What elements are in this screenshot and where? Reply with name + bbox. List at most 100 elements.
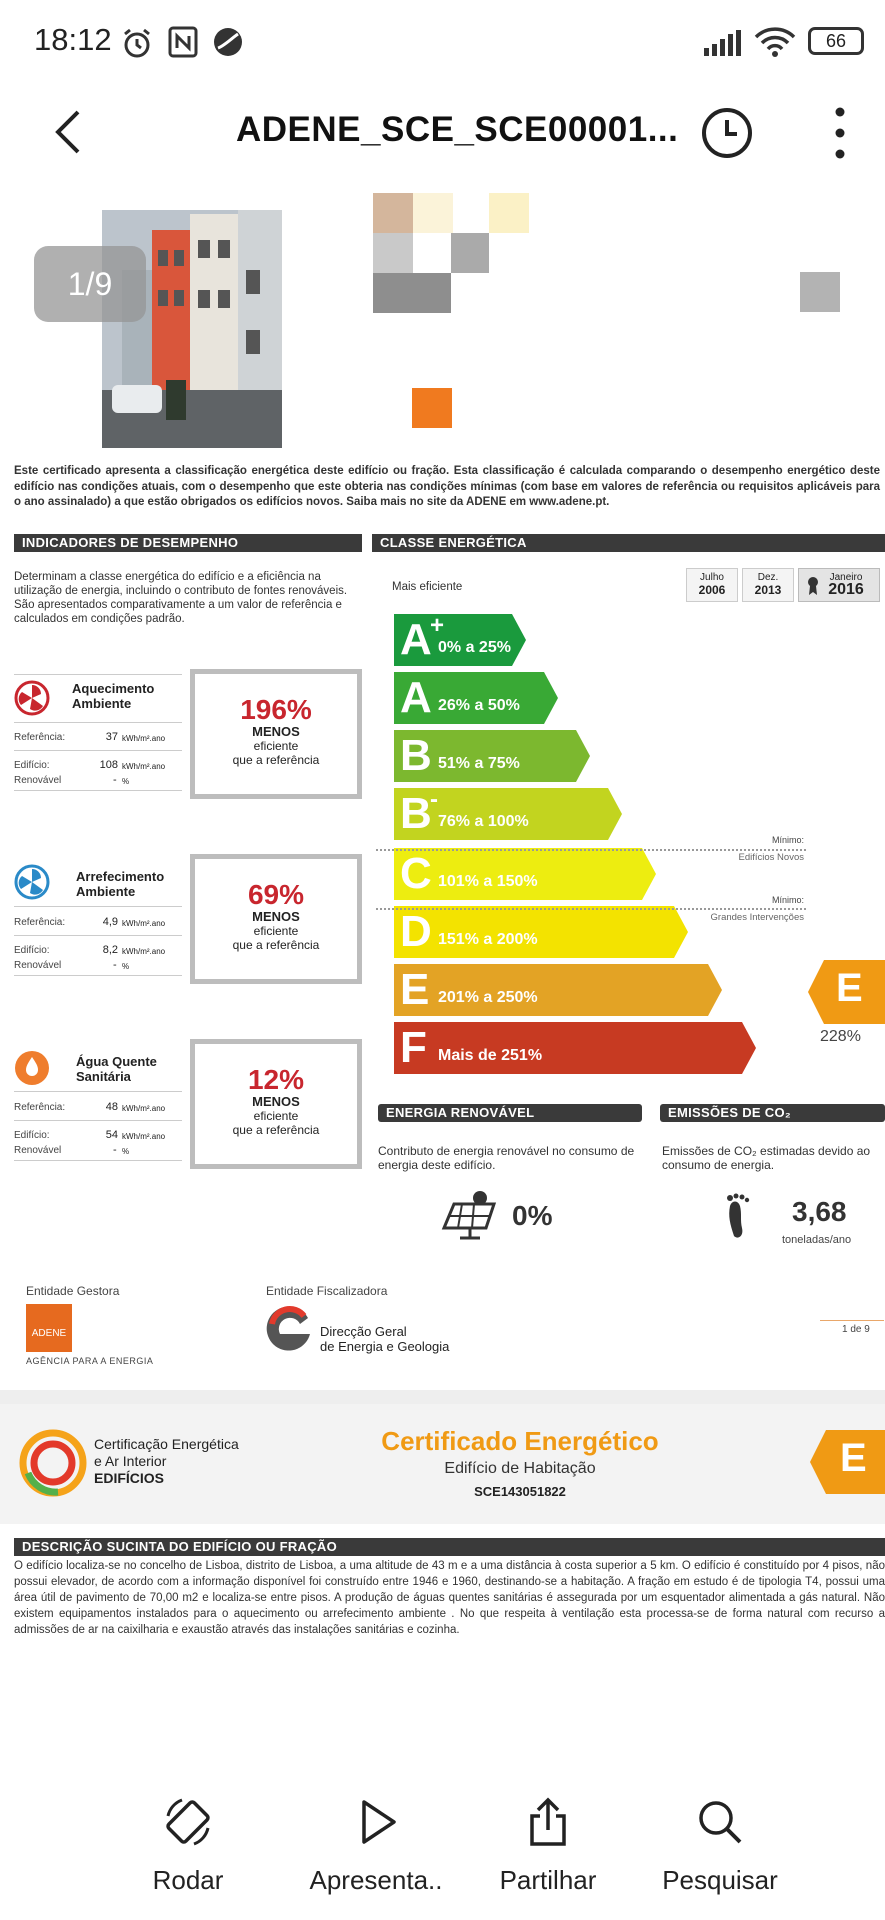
- class-range: 0% a 25%: [438, 639, 511, 656]
- class-letter: B: [400, 789, 432, 838]
- class-letter: A: [400, 673, 432, 722]
- renewable-label: Renovável: [14, 1145, 62, 1156]
- class-arrow-label: A 26% a 50%: [394, 672, 558, 724]
- class-arrow-label: D 151% a 200%: [394, 906, 688, 958]
- present-label: Apresenta..: [309, 1865, 443, 1895]
- class-arrow-label: B 51% a 75%: [394, 730, 590, 782]
- share-icon: [530, 1797, 566, 1846]
- class-range: 101% a 150%: [438, 873, 538, 890]
- status-time: 18:12: [34, 22, 112, 57]
- certification-logo-line2: e Ar Interior: [94, 1453, 167, 1469]
- dgeg-name: Direcção Geral de Energia e Geologia: [320, 1324, 449, 1354]
- hot-water-icon: [15, 1051, 49, 1085]
- performance-less: MENOS: [252, 909, 300, 924]
- back-icon[interactable]: [52, 108, 84, 156]
- ref-label: Referência:: [14, 917, 66, 928]
- class-arrow-label: F Mais de 251%: [394, 1022, 756, 1074]
- more-efficient-label: Mais eficiente: [392, 581, 463, 593]
- share-button[interactable]: Partilhar: [468, 1794, 628, 1896]
- wifi-icon: [754, 27, 796, 57]
- rotate-button[interactable]: Rodar: [108, 1794, 268, 1896]
- solar-panel-icon: [441, 1191, 497, 1240]
- renewable-value: -: [113, 1144, 117, 1156]
- tab-year: 2013: [754, 583, 782, 597]
- tab-year: 2016: [828, 581, 864, 598]
- award-icon: [808, 577, 818, 595]
- page-number: 1 de 9: [842, 1324, 870, 1335]
- performance-box: 196% MENOS eficiente que a referência: [190, 669, 362, 799]
- performance-less: MENOS: [252, 1094, 300, 1109]
- performance-reference: que a referência: [232, 1123, 320, 1137]
- renewable-header: ENERGIA RENOVÁVEL: [378, 1104, 642, 1122]
- class-superscript: +: [430, 612, 445, 639]
- signal-icon: [704, 30, 741, 56]
- min-new-line: [376, 849, 806, 851]
- performance-reference: que a referência: [232, 938, 320, 952]
- tab-year: 2006: [698, 583, 726, 597]
- renewable-value: 0%: [512, 1200, 553, 1231]
- certificate-code: SCE143051822: [474, 1484, 566, 1499]
- class-letter: D: [400, 907, 432, 956]
- ref-value: 4,9: [102, 916, 118, 928]
- history-icon[interactable]: [700, 106, 754, 160]
- min-int-sub: Grandes Intervenções: [710, 912, 804, 923]
- renewable-text: Contributo de energia renovável no consu…: [378, 1144, 635, 1172]
- class-superscript: -: [430, 786, 438, 813]
- building-value: 54: [105, 1129, 118, 1141]
- emissions-unit: toneladas/ano: [782, 1234, 852, 1246]
- dgeg-name-line2: de Energia e Geologia: [320, 1339, 450, 1354]
- performance-percent: 196%: [240, 694, 312, 725]
- class-range: 201% a 250%: [438, 989, 538, 1006]
- building-value: 8,2: [102, 944, 118, 956]
- performance-less: MENOS: [252, 724, 300, 739]
- rotate-label: Rodar: [152, 1865, 224, 1895]
- battery-indicator: 66: [808, 27, 864, 55]
- energy-class-header: CLASSE ENERGÉTICA: [372, 534, 885, 552]
- class-letter: A: [400, 615, 432, 664]
- rotate-icon: [166, 1798, 210, 1846]
- performance-box: 69% MENOS eficiente que a referência: [190, 854, 362, 984]
- entity-inspector-label: Entidade Fiscalizadora: [266, 1284, 388, 1298]
- present-button[interactable]: Apresenta..: [296, 1794, 456, 1896]
- share-label: Partilhar: [499, 1865, 597, 1895]
- renewable-value: -: [113, 774, 117, 786]
- building-unit: kWh/m².ano: [122, 762, 166, 771]
- building-value: 108: [99, 759, 118, 771]
- certificate-title: Certificado Energético: [381, 1426, 659, 1456]
- class-range: 76% a 100%: [438, 813, 529, 830]
- result-class-letter: E: [836, 966, 863, 1010]
- certification-logo: [19, 1429, 87, 1497]
- app-bar: ADENE_SCE_SCE00001...: [0, 84, 885, 184]
- ref-label: Referência:: [14, 1102, 66, 1113]
- performance-percent: 12%: [247, 1064, 305, 1095]
- alarm-icon: [124, 28, 150, 58]
- search-button[interactable]: Pesquisar: [640, 1794, 800, 1896]
- indicators-description: Determinam a classe energética do edifíc…: [14, 571, 348, 625]
- search-label: Pesquisar: [662, 1865, 778, 1895]
- indicator-name: Água Quente Sanitária: [76, 1054, 157, 1084]
- dgeg-name-line1: Direcção Geral: [320, 1324, 407, 1339]
- ref-unit: kWh/m².ano: [122, 1104, 166, 1113]
- class-letter: F: [400, 1023, 427, 1072]
- performance-efficient: eficiente: [253, 924, 299, 938]
- emissions-value: 3,68: [792, 1196, 847, 1227]
- performance-box: 12% MENOS eficiente que a referência: [190, 1039, 362, 1169]
- min-int-label: Mínimo:: [771, 895, 804, 905]
- class-arrow-label: B -76% a 100%: [394, 786, 622, 840]
- more-options-icon[interactable]: [832, 106, 848, 160]
- certification-logo-line1: Certificação Energética: [94, 1436, 239, 1452]
- adene-logo: ADENE: [26, 1304, 72, 1352]
- document-title: ADENE_SCE_SCE00001...: [236, 110, 679, 149]
- renewable-unit: %: [122, 777, 130, 786]
- building-label: Edifício:: [14, 1130, 50, 1141]
- page-separator: [0, 1390, 885, 1404]
- renewable-label: Renovável: [14, 960, 62, 971]
- status-bar: 18:12 66: [0, 0, 885, 84]
- min-new-sub: Edifícios Novos: [738, 852, 804, 863]
- renewable-unit: %: [122, 1147, 130, 1156]
- class-letter: C: [400, 849, 432, 898]
- indicators-header: INDICADORES DE DESEMPENHO: [14, 534, 362, 552]
- description-header: DESCRIÇÃO SUCINTA DO EDIFÍCIO OU FRAÇÃO: [14, 1538, 885, 1556]
- description-text: O edifício localiza-se no concelho de Li…: [14, 1560, 885, 1636]
- document-viewer[interactable]: 1/9 Este certificado apresenta a classif…: [0, 184, 885, 1774]
